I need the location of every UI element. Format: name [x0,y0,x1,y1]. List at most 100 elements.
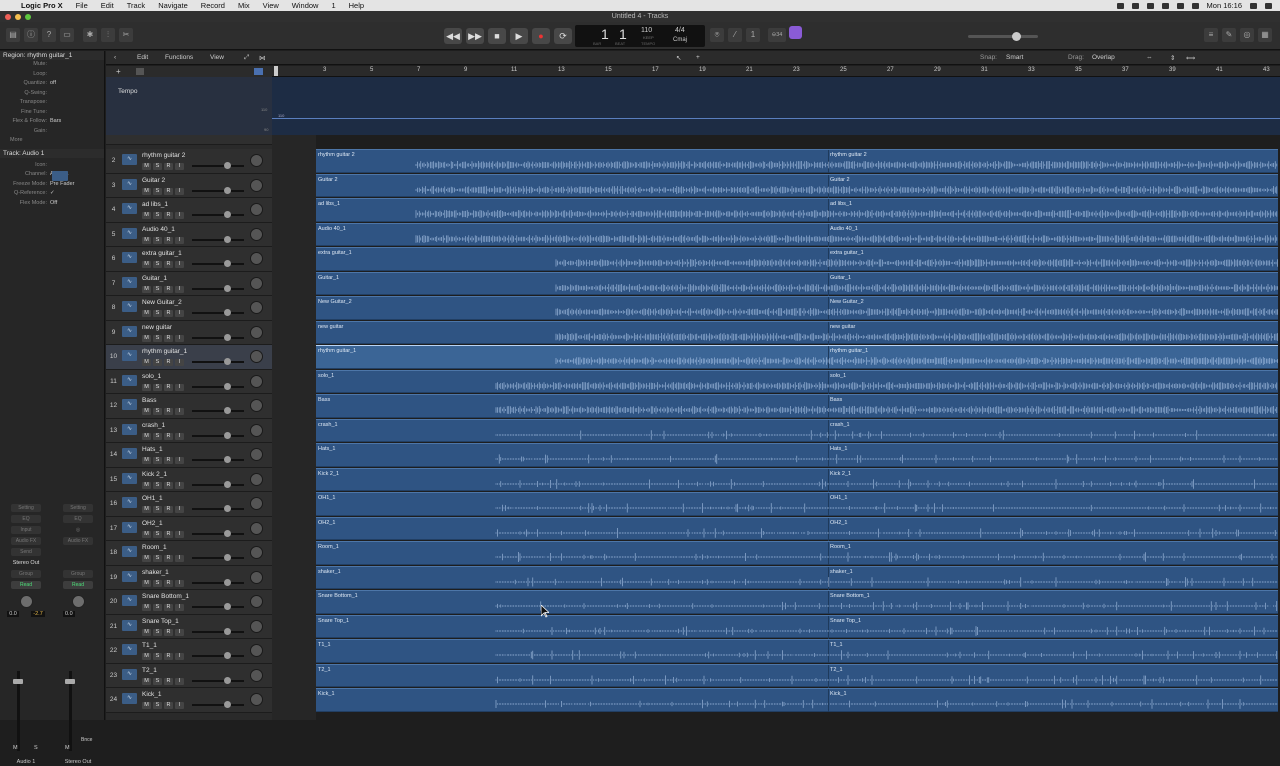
region-name[interactable]: Snare Top_1 [318,618,349,624]
close-window-icon[interactable] [5,14,11,20]
input-monitor-button[interactable]: I [175,236,184,244]
more-label[interactable]: More [10,137,23,143]
record-enable-button[interactable]: R [164,457,173,464]
param-value[interactable]: off [50,80,56,86]
track-header[interactable]: 22 ∿ T1_1 M S R I [106,639,272,664]
track-header[interactable]: 2 ∿ rhythm guitar 2 MSRI [106,149,272,174]
inspector-param-row[interactable]: Freeze Mode: Pre Fader [0,181,104,191]
mute-button[interactable]: M [142,481,151,489]
volume-slider-knob[interactable] [224,407,231,414]
input-monitor-button[interactable]: I [175,653,184,660]
volume-slider[interactable] [192,189,244,192]
volume-slider[interactable] [192,655,244,657]
waveform-icon[interactable]: ∿ [122,325,137,337]
menubar-clock[interactable]: Mon 16:16 [1207,1,1242,10]
volume-slider[interactable] [192,704,244,706]
play-button[interactable]: ▶ [510,28,528,44]
pan-knob[interactable] [250,276,263,290]
solo-button[interactable]: S [153,702,162,709]
inspector-param-row[interactable]: Transpose: [0,99,104,109]
region-name[interactable]: Hats_1 [318,446,335,452]
record-enable-button[interactable]: R [164,677,173,685]
status-icon[interactable] [1131,2,1139,9]
waveform-icon[interactable]: ∿ [122,203,137,214]
send-button[interactable]: Send [11,548,41,556]
input-monitor-button[interactable]: I [175,628,184,636]
region-name[interactable]: ad libs_1 [830,201,852,207]
input-monitor-button[interactable]: I [175,383,184,391]
volume-slider-knob[interactable] [224,480,231,488]
arrange-area[interactable]: rhythm guitar 2 rhythm guitar 2 Guitar 2 Gu… [316,135,1280,720]
track-header-partial[interactable] [106,135,272,145]
mute-button[interactable]: M [142,383,151,391]
audio-region-lane[interactable]: new guitar new guitar [316,320,1278,345]
editors-icon[interactable]: ✂ [119,28,133,42]
record-enable-button[interactable]: R [164,530,173,538]
track-name[interactable]: Audio 40_1 [142,226,175,233]
track-header[interactable]: 24 ∿ Kick_1 M S R I [106,688,272,713]
track-header[interactable]: 4 ∿ ad libs_1 M S R I [106,198,272,223]
waveform-icon[interactable]: ∿ [122,546,137,557]
input-monitor-button[interactable]: I [175,334,184,342]
menu-help[interactable]: Help [349,1,364,10]
region-name[interactable]: rhythm guitar 2 [318,152,355,158]
audio-fx-button[interactable]: Audio FX [63,537,93,545]
input-monitor-button[interactable]: I [175,530,184,538]
tuner-icon[interactable]: ⍟ [710,28,724,42]
waveform-icon[interactable]: ∿ [122,497,137,508]
audio-region-lane[interactable]: crash_1 crash_1 [316,418,1278,443]
param-value[interactable]: ✓ [50,190,55,196]
solo-button[interactable]: S [153,604,162,611]
mute-button[interactable]: M [142,163,151,170]
region-name[interactable]: Guitar 2 [830,177,850,183]
waveform-icon[interactable]: ∿ [122,472,137,484]
track-name[interactable]: rhythm guitar 2 [142,152,185,159]
menu-navigate[interactable]: Navigate [158,1,188,10]
notepad-icon[interactable]: ✎ [1222,28,1236,42]
plus-tool-icon[interactable]: + [696,54,700,61]
solo-button[interactable]: S [153,285,162,293]
pan-knob[interactable] [250,301,263,314]
mute-button[interactable]: M [142,236,151,244]
volume-slider-knob[interactable] [224,186,231,194]
region-name[interactable]: OH2_1 [318,520,335,526]
track-header[interactable]: 11 ∿ solo_1 M S R I [106,369,272,394]
pan-knob[interactable] [250,350,263,363]
volume-slider-knob[interactable] [224,652,231,659]
stop-button[interactable]: ■ [488,28,506,44]
mute-button[interactable]: M [142,506,151,513]
mute-button[interactable]: M [142,212,151,219]
waveform-icon[interactable]: ∿ [122,619,137,631]
track-header[interactable]: 15 ∿ Kick 2_1 M S R I [106,467,272,492]
track-name[interactable]: Room_1 [142,544,167,551]
track-name[interactable]: Bass [142,397,156,404]
track-header[interactable]: 16 ∿ OH1_1 M S R I [106,492,272,517]
track-name[interactable]: ad libs_1 [142,201,168,208]
pan-knob[interactable] [250,546,263,559]
param-value[interactable]: Pre Fader [50,181,74,187]
volume-slider-knob[interactable] [224,456,231,463]
volume-slider[interactable] [192,312,244,314]
region-name[interactable]: OH1_1 [830,495,847,501]
record-enable-button[interactable]: R [164,432,173,440]
track-name[interactable]: Snare Top_1 [142,618,179,625]
waveform-icon[interactable]: ∿ [122,276,137,288]
volume-fader-cap[interactable] [65,679,75,684]
menu-1[interactable]: 1 [331,1,335,10]
menu-track[interactable]: Track [127,1,145,10]
loop-browser-icon[interactable]: ◎ [1240,28,1254,42]
solo-button[interactable]: S [153,408,162,415]
solo-button[interactable]: S [153,653,162,660]
zoom-h-icon[interactable]: ⇔ [1146,54,1153,61]
waveform-icon[interactable]: ∿ [122,252,137,263]
pan-knob[interactable] [250,668,263,682]
region-name[interactable]: rhythm guitar 2 [830,152,867,158]
menu-view[interactable]: View [263,1,279,10]
region-name[interactable]: new guitar [830,324,855,330]
volume-slider[interactable] [192,385,244,388]
region-name[interactable]: OH1_1 [318,495,335,501]
snap-select[interactable]: Smart [1006,54,1023,61]
record-enable-button[interactable]: R [164,702,173,709]
volume-slider[interactable] [192,630,244,633]
solo-button[interactable]: S [153,555,162,562]
